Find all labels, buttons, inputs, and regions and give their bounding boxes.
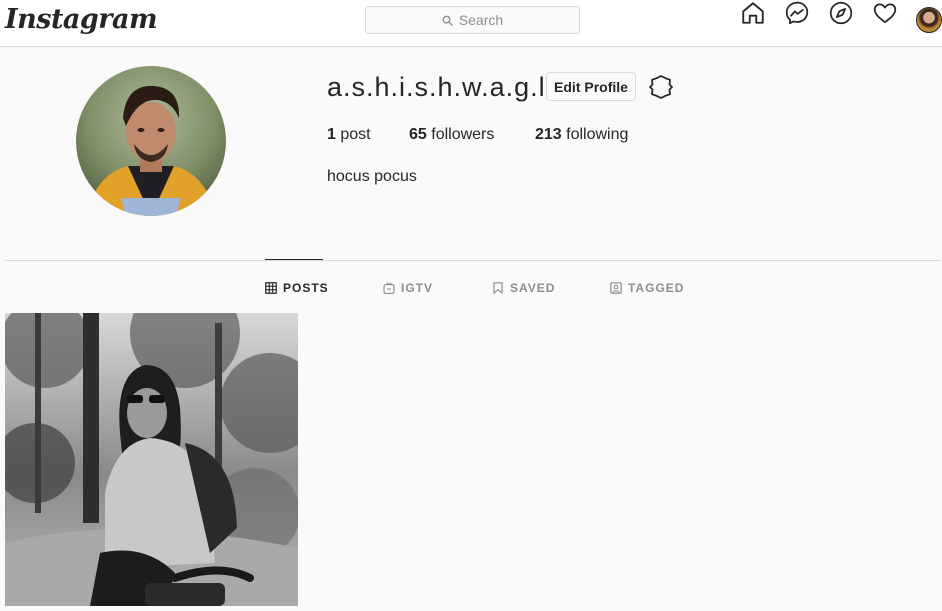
tab-tagged[interactable]: TAGGED	[610, 280, 684, 296]
tab-igtv[interactable]: IGTV	[383, 280, 433, 296]
tab-saved-label: SAVED	[510, 281, 556, 295]
profile-picture[interactable]	[76, 66, 226, 216]
igtv-icon	[383, 282, 395, 294]
tab-igtv-label: IGTV	[401, 281, 434, 295]
followers-link[interactable]: 65 followers	[409, 126, 494, 144]
search-input[interactable]: Search	[365, 6, 580, 34]
grid-icon	[265, 282, 277, 294]
bookmark-icon	[493, 282, 503, 294]
tab-posts-label: POSTS	[283, 281, 329, 295]
post-thumbnail[interactable]	[5, 313, 298, 606]
tabs-divider	[5, 260, 941, 261]
tagged-icon	[610, 282, 622, 294]
messenger-icon[interactable]	[784, 0, 810, 26]
search-icon	[442, 15, 453, 26]
explore-icon[interactable]	[828, 0, 854, 26]
tab-posts[interactable]: POSTS	[265, 280, 329, 296]
instagram-logo[interactable]: Instagram	[5, 4, 158, 35]
activity-heart-icon[interactable]	[872, 0, 898, 26]
top-navbar: Instagram Search	[0, 0, 942, 47]
tab-saved[interactable]: SAVED	[492, 280, 555, 296]
profile-bio: hocus pocus	[327, 168, 417, 185]
tab-tagged-label: TAGGED	[628, 281, 685, 295]
posts-count: 1 post	[327, 126, 371, 143]
home-icon[interactable]	[740, 0, 766, 26]
following-link[interactable]: 213 following	[535, 126, 628, 144]
profile-avatar[interactable]	[916, 7, 942, 33]
edit-profile-button[interactable]: Edit Profile	[546, 72, 636, 101]
search-placeholder: Search	[458, 12, 504, 28]
active-tab-indicator	[265, 259, 323, 260]
settings-gear-icon[interactable]	[647, 73, 675, 101]
profile-username: a.s.h.i.s.h.w.a.g.l.e	[327, 72, 571, 102]
